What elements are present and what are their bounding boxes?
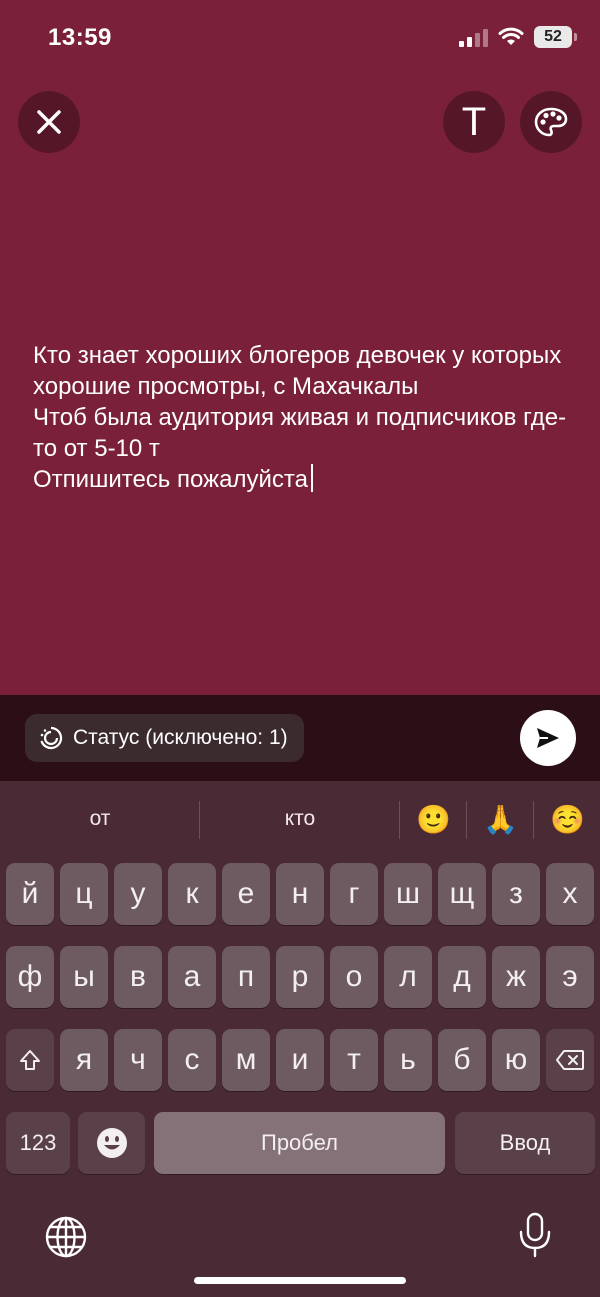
- key-ш[interactable]: ш: [384, 863, 432, 925]
- emoji-suggestion-1[interactable]: 🙂: [416, 803, 451, 836]
- status-bar-area: Статус (исключено: 1): [0, 695, 600, 781]
- suggestion-divider: [199, 801, 200, 839]
- key-е[interactable]: е: [222, 863, 270, 925]
- key-й[interactable]: й: [6, 863, 54, 925]
- key-р[interactable]: р: [276, 946, 324, 1008]
- backspace-icon: [556, 1050, 584, 1070]
- status-icons: 52: [459, 26, 577, 48]
- return-key[interactable]: Ввод: [455, 1112, 595, 1174]
- key-о[interactable]: о: [330, 946, 378, 1008]
- suggestion-divider: [533, 801, 534, 839]
- key-н[interactable]: н: [276, 863, 324, 925]
- key-з[interactable]: з: [492, 863, 540, 925]
- key-ь[interactable]: ь: [384, 1029, 432, 1091]
- suggestion-bar: от кто 🙂 🙏 ☺️: [0, 781, 600, 863]
- key-к[interactable]: к: [168, 863, 216, 925]
- key-л[interactable]: л: [384, 946, 432, 1008]
- key-ц[interactable]: ц: [60, 863, 108, 925]
- text-style-button[interactable]: T: [443, 91, 505, 153]
- numbers-key[interactable]: 123: [6, 1112, 70, 1174]
- dictation-button[interactable]: [518, 1212, 552, 1263]
- key-ы[interactable]: ы: [60, 946, 108, 1008]
- key-а[interactable]: а: [168, 946, 216, 1008]
- backspace-key[interactable]: [546, 1029, 594, 1091]
- globe-button[interactable]: [44, 1215, 88, 1264]
- key-у[interactable]: у: [114, 863, 162, 925]
- shift-icon: [20, 1050, 40, 1070]
- palette-icon: [534, 107, 568, 137]
- clock: 13:59: [48, 24, 112, 51]
- send-icon: [537, 728, 559, 748]
- key-б[interactable]: б: [438, 1029, 486, 1091]
- color-palette-button[interactable]: [520, 91, 582, 153]
- key-х[interactable]: х: [546, 863, 594, 925]
- key-с[interactable]: с: [168, 1029, 216, 1091]
- key-п[interactable]: п: [222, 946, 270, 1008]
- emoji-suggestion-2[interactable]: 🙏: [483, 803, 518, 836]
- text-cursor: [310, 464, 313, 492]
- emoji-key[interactable]: [78, 1112, 145, 1174]
- key-т[interactable]: т: [330, 1029, 378, 1091]
- status-audience-button[interactable]: Статус (исключено: 1): [25, 714, 304, 762]
- key-э[interactable]: э: [546, 946, 594, 1008]
- close-icon: [37, 110, 61, 134]
- key-ю[interactable]: ю: [492, 1029, 540, 1091]
- shift-key[interactable]: [6, 1029, 54, 1091]
- cellular-signal-icon: [459, 27, 488, 47]
- key-ж[interactable]: ж: [492, 946, 540, 1008]
- status-bar: 13:59 52: [0, 0, 600, 80]
- key-ч[interactable]: ч: [114, 1029, 162, 1091]
- suggestion-divider: [466, 801, 467, 839]
- key-д[interactable]: д: [438, 946, 486, 1008]
- key-м[interactable]: м: [222, 1029, 270, 1091]
- story-text: Кто знает хороших блогеров девочек у кот…: [33, 342, 567, 493]
- status-ring-icon: [40, 726, 63, 750]
- space-key[interactable]: Пробел: [154, 1112, 445, 1174]
- status-pill-label: Статус (исключено: 1): [73, 726, 288, 749]
- key-и[interactable]: и: [276, 1029, 324, 1091]
- key-щ[interactable]: щ: [438, 863, 486, 925]
- emoji-icon: [96, 1128, 127, 1158]
- globe-icon: [45, 1216, 87, 1258]
- key-г[interactable]: г: [330, 863, 378, 925]
- text-style-icon: T: [461, 99, 487, 144]
- microphone-icon: [519, 1212, 551, 1258]
- key-в[interactable]: в: [114, 946, 162, 1008]
- home-indicator[interactable]: [194, 1277, 406, 1284]
- key-ф[interactable]: ф: [6, 946, 54, 1008]
- key-я[interactable]: я: [60, 1029, 108, 1091]
- suggestion-1[interactable]: от: [60, 807, 140, 831]
- story-text-editor[interactable]: Кто знает хороших блогеров девочек у кот…: [33, 340, 573, 495]
- send-button[interactable]: [520, 710, 576, 766]
- keyboard: от кто 🙂 🙏 ☺️ й ц у к е н г ш щ з х ф ы …: [0, 781, 600, 1297]
- close-button[interactable]: [18, 91, 80, 153]
- battery-indicator: 52: [534, 26, 577, 48]
- wifi-icon: [498, 27, 524, 45]
- emoji-suggestion-3[interactable]: ☺️: [550, 803, 585, 836]
- suggestion-2[interactable]: кто: [250, 807, 350, 831]
- suggestion-divider: [399, 801, 400, 839]
